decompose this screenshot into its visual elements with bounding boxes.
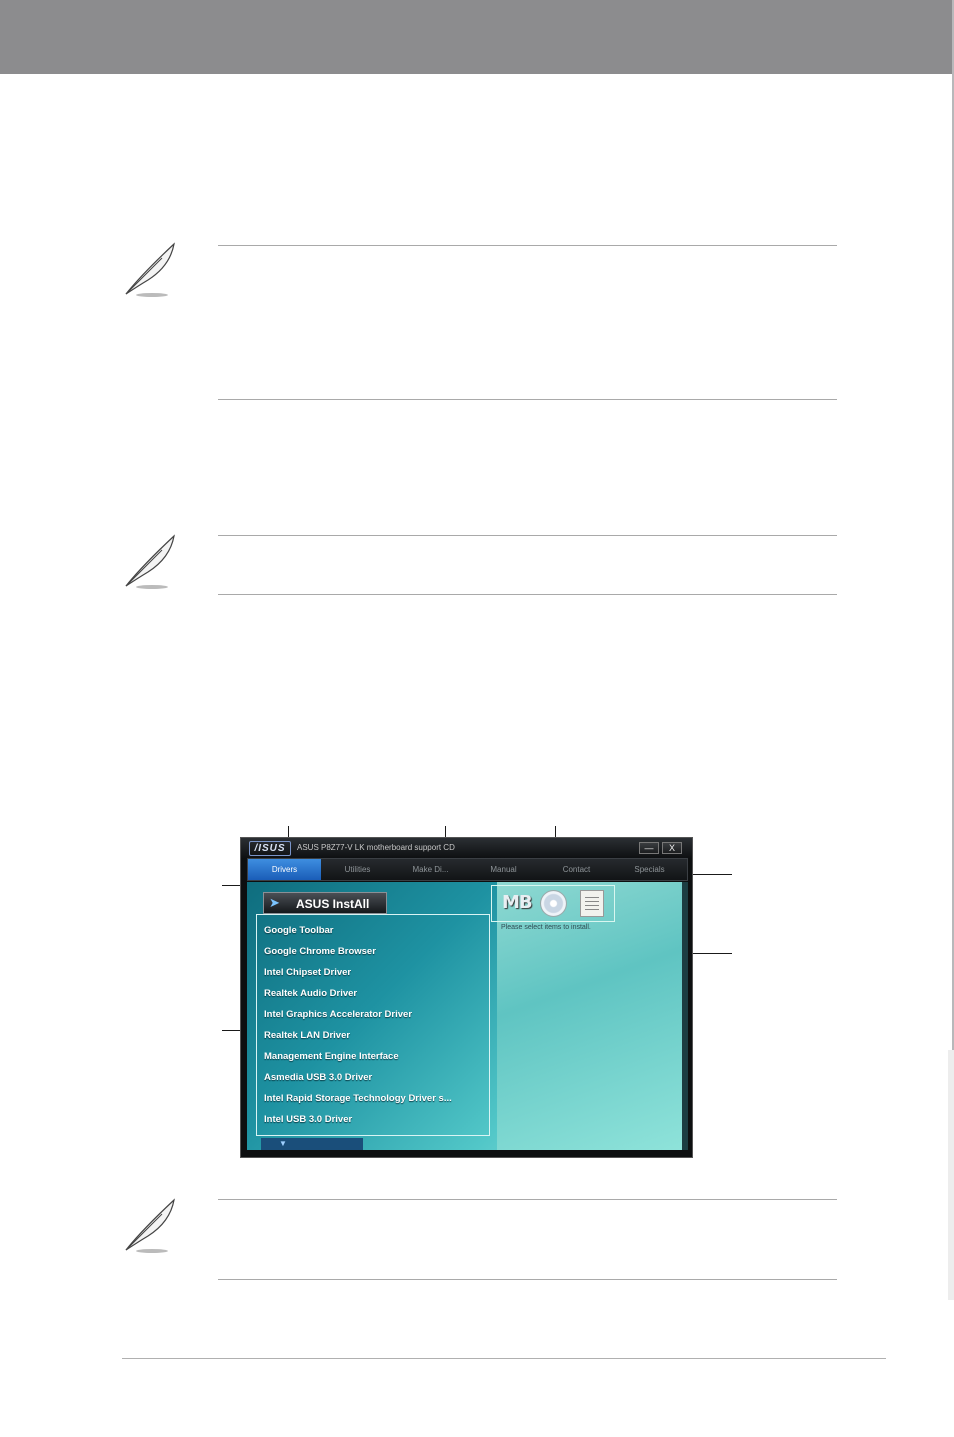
note-rule-top: [218, 535, 837, 536]
driver-item-intel-usb3[interactable]: Intel USB 3.0 Driver: [264, 1114, 352, 1125]
driver-item-realtek-lan[interactable]: Realtek LAN Driver: [264, 1030, 350, 1041]
driver-item-intel-chipset[interactable]: Intel Chipset Driver: [264, 967, 351, 978]
driver-item-google-toolbar[interactable]: Google Toolbar: [264, 925, 334, 936]
tab-drivers[interactable]: Drivers: [248, 859, 321, 880]
window-title: ASUS P8Z77-V LK motherboard support CD: [297, 843, 455, 852]
note-rule-top: [218, 245, 837, 246]
select-hint-text: Please select items to install.: [501, 924, 591, 931]
tab-bar: Drivers Utilities Make Di... Manual Cont…: [247, 858, 688, 881]
installall-label: ASUS InstAll: [296, 897, 370, 911]
driver-item-intel-rst[interactable]: Intel Rapid Storage Technology Driver s.…: [264, 1093, 452, 1104]
asus-installall-button[interactable]: ➤ ASUS InstAll: [263, 892, 387, 914]
tab-make-disk[interactable]: Make Di...: [394, 859, 467, 880]
note-rule-bottom: [218, 594, 837, 595]
close-button[interactable]: X: [662, 842, 682, 854]
driver-item-intel-graphics[interactable]: Intel Graphics Accelerator Driver: [264, 1009, 412, 1020]
driver-item-asmedia-usb[interactable]: Asmedia USB 3.0 Driver: [264, 1072, 372, 1083]
right-panel: [497, 882, 688, 1150]
driver-item-management-engine[interactable]: Management Engine Interface: [264, 1051, 399, 1062]
cd-icon[interactable]: [540, 890, 567, 917]
tab-specials[interactable]: Specials: [613, 859, 686, 880]
tab-contact[interactable]: Contact: [540, 859, 613, 880]
feather-note-icon: [125, 242, 175, 297]
document-icon[interactable]: [580, 890, 604, 917]
page-header-bar: [0, 0, 954, 74]
note-rule-top: [218, 1199, 837, 1200]
minimize-button[interactable]: —: [639, 842, 659, 854]
footer-rule: [122, 1358, 886, 1359]
support-cd-window: /ISUS ASUS P8Z77-V LK motherboard suppor…: [240, 837, 693, 1158]
tab-manual[interactable]: Manual: [467, 859, 540, 880]
content-area: ➤ ASUS InstAll Google Toolbar Google Chr…: [247, 882, 688, 1150]
driver-item-realtek-audio[interactable]: Realtek Audio Driver: [264, 988, 357, 999]
asus-logo: /ISUS: [249, 841, 291, 856]
note-rule-bottom: [218, 1279, 837, 1280]
driver-list: Google Toolbar Google Chrome Browser Int…: [256, 914, 490, 1136]
scrollbar[interactable]: [682, 882, 688, 1150]
window-titlebar[interactable]: /ISUS ASUS P8Z77-V LK motherboard suppor…: [241, 838, 692, 858]
info-icon-group: MB: [491, 885, 615, 922]
arrow-icon: ➤: [269, 895, 280, 910]
feather-note-icon: [125, 1198, 175, 1253]
tab-utilities[interactable]: Utilities: [321, 859, 394, 880]
page-side-tab: [948, 1050, 954, 1300]
driver-item-google-chrome[interactable]: Google Chrome Browser: [264, 946, 376, 957]
note-rule-bottom: [218, 399, 837, 400]
mb-icon[interactable]: MB: [502, 892, 533, 913]
scroll-down-button[interactable]: ▼: [261, 1138, 363, 1150]
feather-note-icon: [125, 534, 175, 589]
